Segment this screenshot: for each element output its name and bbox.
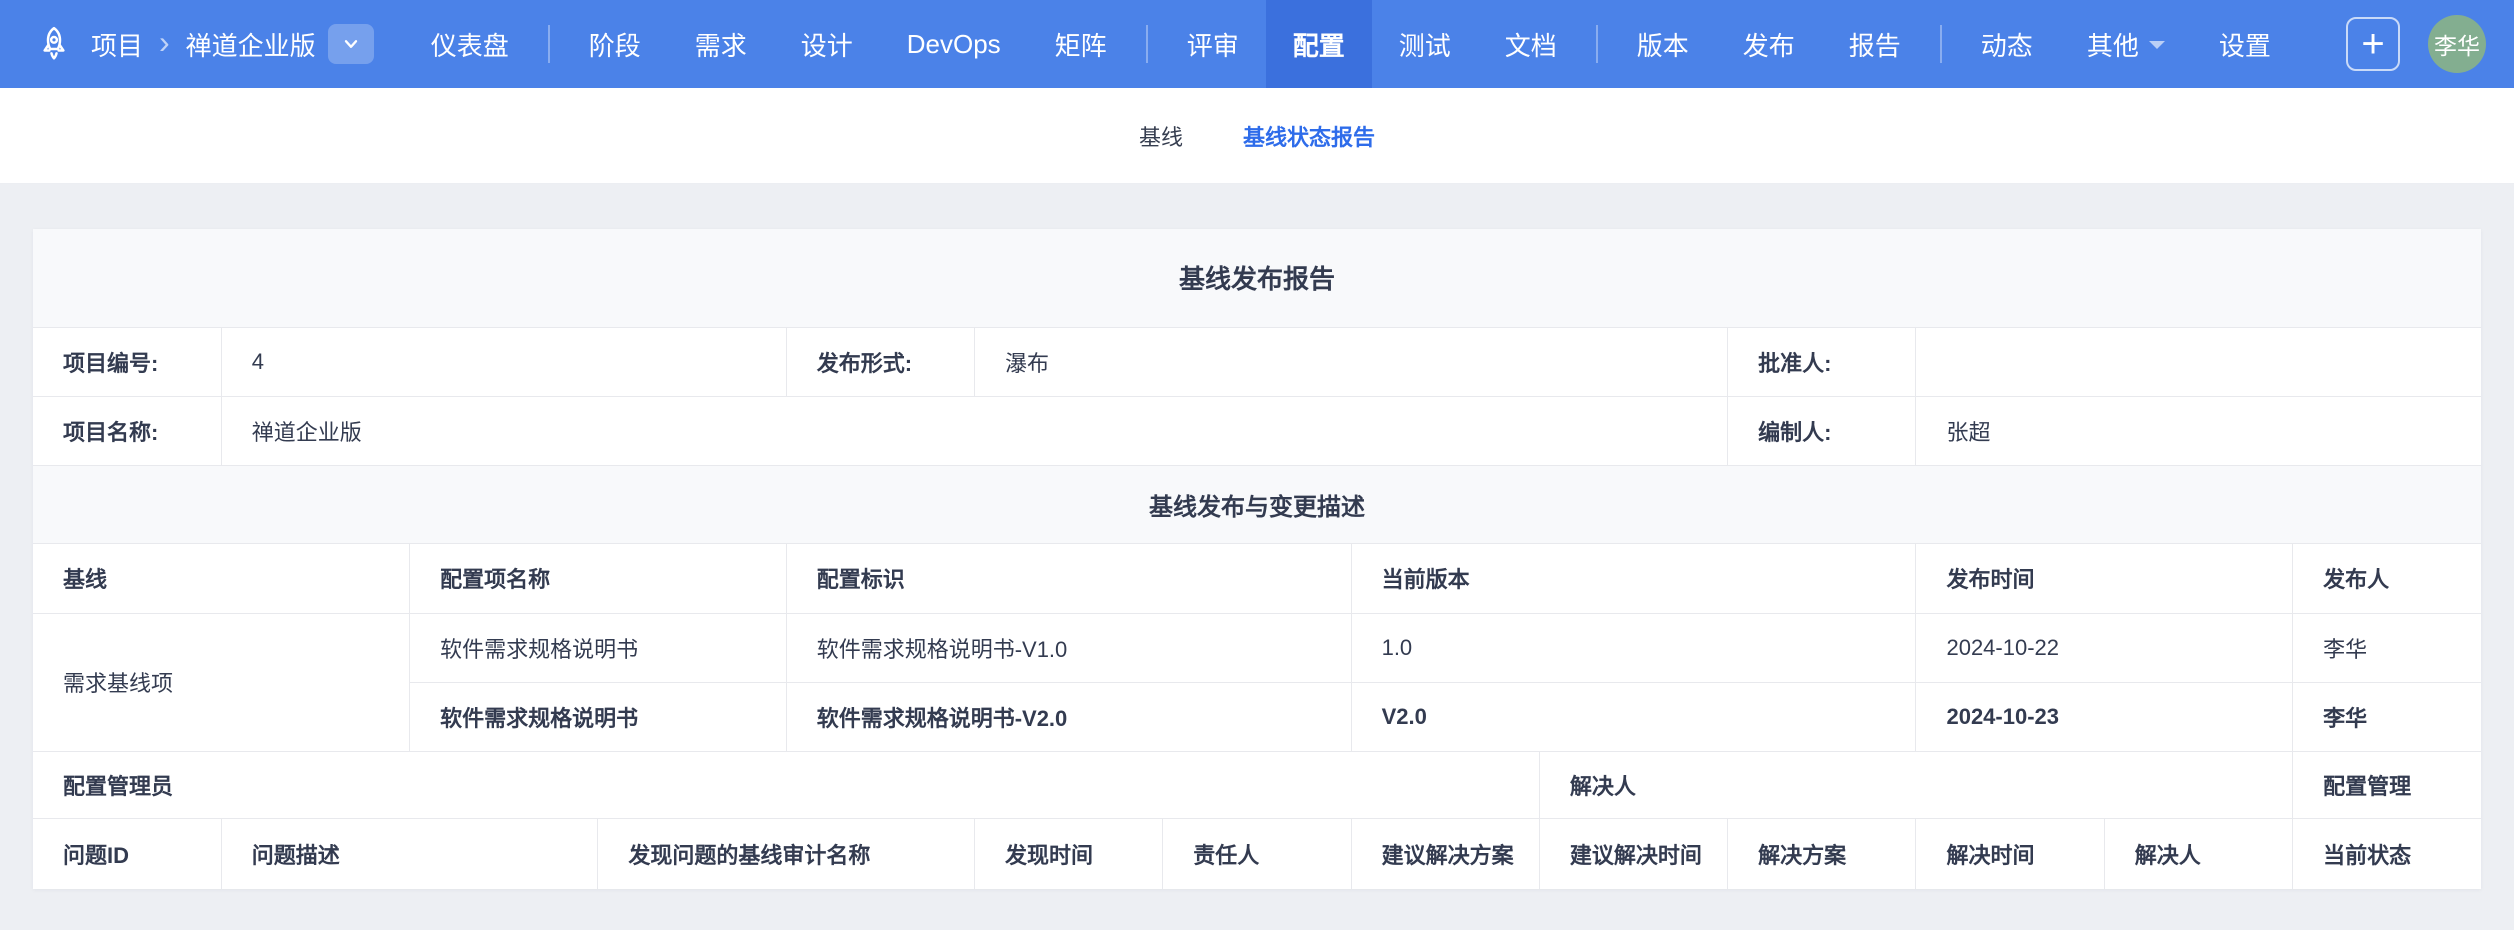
issue-header-status: 当前状态	[2292, 817, 2482, 890]
nav-item-build[interactable]: 版本	[1610, 0, 1716, 88]
chevron-down-icon	[344, 40, 357, 48]
info-row-2: 项目名称: 禅道企业版 编制人: 张超	[32, 395, 2482, 466]
nav-divider	[1939, 25, 1942, 63]
admin-row: 配置管理员 解决人 配置管理	[32, 750, 2482, 819]
page-content: 基线发布报告 项目编号: 4 发布形式: 瀑布 批准人: 项目名称: 禅道企业版…	[0, 184, 2514, 890]
nav-item-story[interactable]: 需求	[668, 0, 774, 88]
navbar-right: + 李华	[2346, 15, 2486, 73]
baseline-row-name: 软件需求规格说明书	[409, 612, 787, 683]
nav-item-test[interactable]: 测试	[1372, 0, 1478, 88]
avatar[interactable]: 李华	[2428, 15, 2486, 73]
breadcrumb-root[interactable]: 项目	[91, 26, 143, 63]
section-title-row: 基线发布与变更描述	[32, 464, 2482, 544]
section-title: 基线发布与变更描述	[32, 464, 2482, 544]
baseline-release-report-table: 基线发布报告 项目编号: 4 发布形式: 瀑布 批准人: 项目名称: 禅道企业版…	[32, 228, 2482, 890]
compiler-value: 张超	[1915, 395, 2482, 466]
issue-header-id: 问题ID	[32, 817, 222, 890]
nav-item-settings[interactable]: 设置	[2192, 0, 2298, 88]
nav-item-devops[interactable]: DevOps	[880, 0, 1028, 88]
nav-item-release[interactable]: 发布	[1716, 0, 1822, 88]
issue-header-solved-date: 解决时间	[1915, 817, 2105, 890]
nav-divider	[547, 25, 550, 63]
nav-item-dashboard[interactable]: 仪表盘	[404, 0, 536, 88]
baseline-row-date: 2024-10-22	[1915, 612, 2294, 683]
baseline-header-release-date: 发布时间	[1915, 542, 2294, 614]
baseline-header-publisher: 发布人	[2292, 542, 2482, 614]
report-title: 基线发布报告	[32, 228, 2482, 328]
config-manage-cell: 配置管理	[2292, 750, 2482, 819]
baseline-row-identifier: 软件需求规格说明书-V2.0	[785, 681, 1352, 752]
baseline-row-publisher: 李华	[2292, 612, 2482, 683]
nav-item-dynamic[interactable]: 动态	[1954, 0, 2060, 88]
config-admin-cell: 配置管理员	[32, 750, 1540, 819]
baseline-row-name: 软件需求规格说明书	[409, 681, 787, 752]
baseline-group-cell: 需求基线项	[32, 612, 411, 752]
report-title-row: 基线发布报告	[32, 228, 2482, 328]
nav-item-stage[interactable]: 阶段	[562, 0, 668, 88]
approver-label: 批准人:	[1727, 326, 1917, 397]
baseline-row-publisher: 李华	[2292, 681, 2482, 752]
approver-value	[1915, 326, 2482, 397]
issue-header-row: 问题ID 问题描述 发现问题的基线审计名称 发现时间 责任人 建议解决方案 建议…	[32, 817, 2482, 890]
nav-item-other[interactable]: 其他	[2060, 0, 2192, 88]
issue-header-audit-name: 发现问题的基线审计名称	[597, 817, 975, 890]
breadcrumb-project[interactable]: 禅道企业版	[186, 26, 316, 63]
issue-header-suggested-date: 建议解决时间	[1538, 817, 1729, 890]
nav-item-matrix[interactable]: 矩阵	[1028, 0, 1134, 88]
nav-divider	[1595, 25, 1598, 63]
baseline-header-baseline: 基线	[32, 542, 411, 614]
secondary-tabbar: 基线 基线状态报告	[0, 88, 2514, 184]
issue-header-found-date: 发现时间	[973, 817, 1164, 890]
nav-item-config[interactable]: 配置	[1265, 0, 1372, 88]
baseline-header-config-identifier: 配置标识	[785, 542, 1352, 614]
issue-header-solver: 解决人	[2103, 817, 2294, 890]
caret-down-icon	[2148, 41, 2165, 57]
issue-header-suggested-solution: 建议解决方案	[1350, 817, 1540, 890]
add-button[interactable]: +	[2346, 17, 2400, 71]
project-id-label: 项目编号:	[32, 326, 222, 397]
issue-header-solution: 解决方案	[1727, 817, 1917, 890]
info-row-1: 项目编号: 4 发布形式: 瀑布 批准人:	[32, 326, 2482, 397]
breadcrumb: 项目 › 禅道企业版	[33, 23, 374, 65]
nav-item-doc[interactable]: 文档	[1478, 0, 1584, 88]
baseline-row-identifier: 软件需求规格说明书-V1.0	[785, 612, 1352, 683]
project-switcher-button[interactable]	[327, 24, 374, 64]
release-form-value: 瀑布	[973, 326, 1729, 397]
baseline-row-version: 1.0	[1350, 612, 1917, 683]
issue-header-owner: 责任人	[1162, 817, 1352, 890]
project-name-label: 项目名称:	[32, 395, 222, 466]
baseline-row-version: V2.0	[1350, 681, 1917, 752]
baseline-header-config-item-name: 配置项名称	[409, 542, 787, 614]
rocket-icon	[33, 23, 75, 65]
nav-divider	[1145, 25, 1148, 63]
baseline-header-row: 基线 配置项名称 配置标识 当前版本 发布时间 发布人	[32, 542, 2482, 614]
baseline-row-v1: 需求基线项 软件需求规格说明书 软件需求规格说明书-V1.0 1.0 2024-…	[32, 612, 2482, 752]
nav-item-review[interactable]: 评审	[1160, 0, 1266, 88]
compiler-label: 编制人:	[1727, 395, 1917, 466]
issue-header-description: 问题描述	[220, 817, 599, 890]
nav-item-report[interactable]: 报告	[1822, 0, 1928, 88]
nav-item-design[interactable]: 设计	[774, 0, 880, 88]
baseline-header-current-version: 当前版本	[1350, 542, 1917, 614]
baseline-row-date: 2024-10-23	[1915, 681, 2294, 752]
project-name-value: 禅道企业版	[220, 395, 1729, 466]
breadcrumb-chevron-icon: ›	[159, 24, 170, 60]
tab-baseline-status-report[interactable]: 基线状态报告	[1243, 120, 1375, 152]
tab-baseline[interactable]: 基线	[1139, 120, 1183, 152]
top-navbar: 项目 › 禅道企业版 仪表盘 阶段 需求 设计 DevOps 矩阵 评审 配置 …	[0, 0, 2514, 88]
resolver-cell: 解决人	[1538, 750, 2294, 819]
navbar-menu: 仪表盘 阶段 需求 设计 DevOps 矩阵 评审 配置 测试 文档 版本 发布…	[404, 0, 2346, 88]
project-id-value: 4	[220, 326, 787, 397]
release-form-label: 发布形式:	[785, 326, 975, 397]
